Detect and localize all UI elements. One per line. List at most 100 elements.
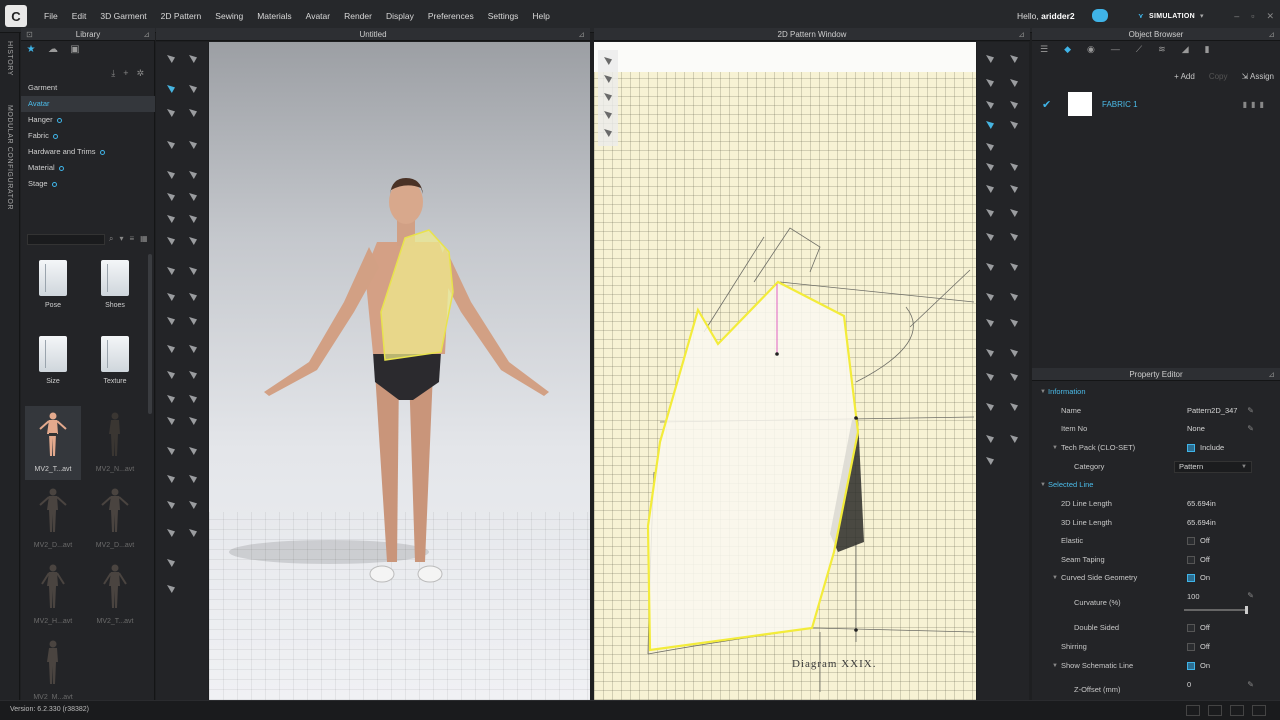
library-item-material[interactable]: Material xyxy=(21,160,155,176)
dart-icon[interactable] xyxy=(1007,118,1021,132)
layout-single-icon[interactable] xyxy=(1186,705,1200,716)
elastic-checkbox[interactable]: Off xyxy=(1187,532,1210,550)
button-tab-icon[interactable]: ◉ xyxy=(1087,44,1095,55)
check-sewing-icon[interactable] xyxy=(983,230,997,244)
menu-file[interactable]: File xyxy=(37,11,65,21)
arrangement-icon[interactable] xyxy=(186,190,200,204)
download-icon[interactable]: ⤓ xyxy=(111,68,115,79)
rectangle-icon[interactable] xyxy=(1007,98,1021,112)
fabric-item-tools[interactable]: ▮▮▮ xyxy=(1243,100,1268,109)
layout-2d-icon[interactable] xyxy=(1230,705,1244,716)
modular-configurator-tab[interactable]: MODULAR CONFIGURATOR xyxy=(6,105,13,210)
library-avatar-thumb[interactable]: MV2_M...avt xyxy=(25,634,81,708)
gizmo-rotate-icon[interactable] xyxy=(186,472,200,486)
ruler-icon[interactable] xyxy=(983,316,997,330)
library-item-garment[interactable]: Garment xyxy=(21,80,155,96)
notch-icon[interactable] xyxy=(983,182,997,196)
menu-help[interactable]: Help xyxy=(525,11,556,21)
text-icon[interactable] xyxy=(983,346,997,360)
pin-icon[interactable]: ⊡ xyxy=(26,28,33,41)
menu-settings[interactable]: Settings xyxy=(481,11,526,21)
menu-edit[interactable]: Edit xyxy=(65,11,94,21)
edit-pattern-icon[interactable] xyxy=(1007,52,1021,66)
trim-select-icon[interactable] xyxy=(186,342,200,356)
view-mesh-icon[interactable] xyxy=(601,72,615,86)
collapse-triangle-icon[interactable]: ▼ xyxy=(1052,439,1058,457)
curved-side-checkbox[interactable]: On xyxy=(1187,569,1210,587)
edit-pencil-icon[interactable]: ✎ xyxy=(1247,402,1254,420)
category-select[interactable]: Pattern ▼ xyxy=(1174,461,1252,473)
annotation-icon[interactable] xyxy=(983,290,997,304)
assign-button[interactable]: ⇲ Assign xyxy=(1242,72,1275,81)
library-folder-texture[interactable]: Texture xyxy=(87,330,143,404)
cloud-library-icon[interactable]: ☁ xyxy=(47,44,59,56)
fold-line-icon[interactable] xyxy=(983,160,997,174)
ruler-curve-icon[interactable] xyxy=(1007,316,1021,330)
transform-pattern-icon[interactable] xyxy=(164,82,178,96)
curvature-slider[interactable] xyxy=(1184,606,1248,614)
shrink-icon[interactable] xyxy=(186,212,200,226)
hanger-point-icon[interactable] xyxy=(186,444,200,458)
settings-icon[interactable]: ✲ xyxy=(136,68,144,79)
expand-icon[interactable]: ⊿ xyxy=(143,28,150,41)
curvature-value[interactable]: 100 xyxy=(1187,588,1200,606)
library-item-avatar[interactable]: Avatar xyxy=(21,96,155,112)
list-view-icon[interactable]: ≡ xyxy=(130,234,135,244)
edit-point-icon[interactable] xyxy=(164,498,178,512)
layout-full-icon[interactable] xyxy=(1252,705,1266,716)
avatar-measure-icon[interactable] xyxy=(164,392,178,406)
library-search-input[interactable] xyxy=(27,234,105,245)
seam-taping-checkbox[interactable]: Off xyxy=(1187,551,1210,569)
library-scrollbar[interactable] xyxy=(148,254,152,414)
view-pattern-icon[interactable] xyxy=(601,54,615,68)
edit-pencil-icon[interactable]: ✎ xyxy=(1247,420,1254,438)
button-tool-icon[interactable] xyxy=(164,290,178,304)
select-move-icon[interactable] xyxy=(164,52,178,66)
measure-icon[interactable] xyxy=(186,234,200,248)
menu-materials[interactable]: Materials xyxy=(250,11,298,21)
prop-item-no-value[interactable]: None xyxy=(1187,420,1205,438)
prop-name-value[interactable]: Pattern2D_347 xyxy=(1187,402,1237,420)
double-sided-checkbox[interactable]: Off xyxy=(1187,619,1210,637)
measure-2d-icon[interactable] xyxy=(1007,290,1021,304)
fabric-tab-icon[interactable]: ◆ xyxy=(1064,44,1071,55)
cut-icon[interactable] xyxy=(164,526,178,540)
pin-tool-icon[interactable] xyxy=(164,106,178,120)
buttonhole-icon[interactable] xyxy=(186,290,200,304)
store-icon[interactable]: ▣ xyxy=(69,44,81,56)
image-icon[interactable] xyxy=(164,234,178,248)
symmetry-icon[interactable] xyxy=(983,432,997,446)
prop-value[interactable]: 65.694in xyxy=(1187,495,1216,513)
library-avatar-thumb[interactable]: MV2_D...avt xyxy=(25,482,81,556)
buttonhole-tab-icon[interactable]: — xyxy=(1111,44,1120,55)
copy-button[interactable]: Copy xyxy=(1209,72,1228,81)
view-seam-icon[interactable] xyxy=(601,126,615,140)
texture-edit-icon[interactable] xyxy=(186,368,200,382)
expand-icon[interactable]: ⊿ xyxy=(1268,368,1275,381)
restore-icon[interactable]: ▫ xyxy=(1251,11,1254,22)
tack-icon[interactable] xyxy=(164,168,178,182)
transform-icon[interactable] xyxy=(983,52,997,66)
list-icon[interactable]: ☰ xyxy=(1040,44,1048,55)
trace-icon[interactable] xyxy=(983,118,997,132)
collapse-triangle-icon[interactable]: ▼ xyxy=(1052,657,1058,675)
hanger-icon[interactable] xyxy=(164,444,178,458)
steam-icon[interactable] xyxy=(164,212,178,226)
history-tab[interactable]: HISTORY xyxy=(6,41,13,76)
menu-avatar[interactable]: Avatar xyxy=(299,11,337,21)
z-offset-value[interactable]: 0 xyxy=(1187,676,1191,694)
grading-icon[interactable] xyxy=(983,400,997,414)
zipper-icon[interactable] xyxy=(164,314,178,328)
menu-display[interactable]: Display xyxy=(379,11,421,21)
section-information[interactable]: ▼ Information xyxy=(1032,383,1280,401)
edit-curvature-icon[interactable] xyxy=(983,76,997,90)
expand-icon[interactable]: ⊿ xyxy=(1268,28,1275,41)
fabric-item[interactable]: ✔ FABRIC 1 ▮▮▮ xyxy=(1042,92,1272,116)
tack-2d-icon[interactable] xyxy=(1007,230,1021,244)
library-avatar-thumb[interactable]: MV2_T...avt xyxy=(25,406,81,480)
mode-selector[interactable]: ⋎ SIMULATION ▾ xyxy=(1130,7,1212,25)
topstitch-tab-icon[interactable]: ⟋ xyxy=(1136,44,1142,55)
trim-icon[interactable] xyxy=(164,342,178,356)
rotate-view-icon[interactable] xyxy=(164,582,178,596)
library-avatar-thumb[interactable]: MV2_T...avt xyxy=(87,558,143,632)
